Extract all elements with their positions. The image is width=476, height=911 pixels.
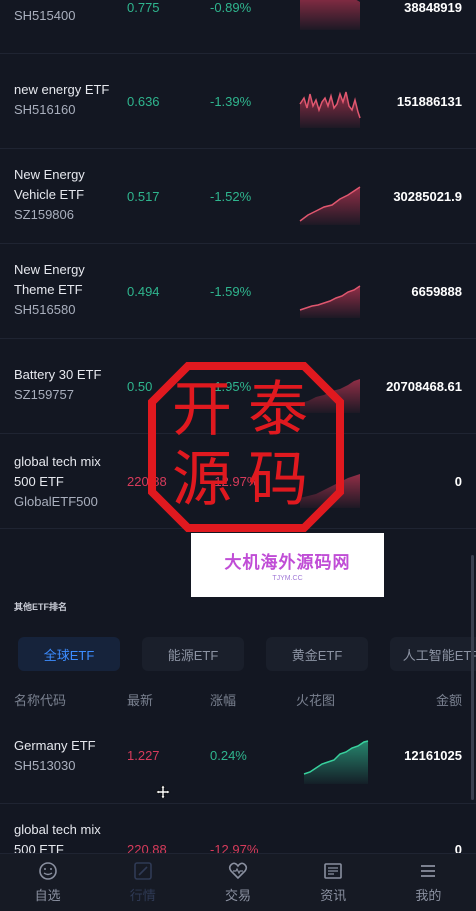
etf-row[interactable]: Germany ETF SH513030 1.227 0.24% 1216102… [0,712,476,804]
etf-code: GlobalETF500 [14,494,98,509]
nav-profile[interactable]: 我的 [381,854,476,911]
etf-price: 0.494 [127,284,160,299]
sparkline [300,0,360,30]
etf-amount: 20708468.61 [386,379,462,394]
etf-change: -0.89% [210,0,252,15]
etf-change: 0.24% [210,748,247,763]
etf-price: 0.775 [127,0,160,15]
column-header-spark: 火花图 [296,693,336,708]
etf-category-tabs: 全球ETF 能源ETF 黄金ETF 人工智能ETF [18,637,476,671]
etf-code: SH516160 [14,102,76,117]
seal-char: 源 [172,445,232,515]
etf-row[interactable]: new energy ETF SH516160 0.636 -1.39% 151… [0,54,476,149]
etf-name-block: Battery 30 ETF SZ159757 [14,365,101,405]
etf-change: -1.59% [210,284,252,299]
watermark-text: 大机海外源码网 [224,553,351,573]
column-header-change: 涨幅 [210,693,237,708]
etf-price: 1.227 [127,748,160,763]
section-title: 其他ETF排名 [14,602,67,612]
etf-name: Battery 30 ETF [14,367,102,382]
etf-code: SH515400 [14,8,76,23]
etf-name: Germany ETF [14,738,96,753]
sparkline [303,740,369,784]
tab-energy-etf[interactable]: 能源ETF [142,637,244,671]
nav-trade[interactable]: 交易 [190,854,285,911]
heart-icon [228,862,248,880]
etf-name: global tech mix 500 ETF [14,454,101,489]
etf-name-block: Germany ETF SH513030 [14,736,96,776]
etf-change: -1.39% [210,94,252,109]
etf-name-block: New Energy Theme ETF SH516580 [14,260,114,320]
etf-name: New Energy Theme ETF [14,262,85,297]
chart-icon [133,862,152,880]
smile-icon [38,862,57,880]
watermark-banner: 大机海外源码网 TJYM.CC [191,533,384,597]
etf-code: SH516580 [14,302,76,317]
seal-char: 开 [172,375,232,445]
seal-char: 泰 [248,375,308,445]
etf-amount: 12161025 [404,748,462,763]
menu-icon [421,865,436,877]
etf-name-block: New Energy Vehicle ETF SZ159806 [14,165,114,225]
nav-label: 行情 [129,888,156,903]
tab-gold-etf[interactable]: 黄金ETF [266,637,368,671]
etf-price: 0.517 [127,189,160,204]
nav-label: 我的 [415,888,442,903]
etf-price: 0.636 [127,94,160,109]
column-header-name: 名称代码 [14,693,67,708]
column-header-amount: 金额 [435,693,462,708]
etf-name-block: global tech mix 500 ETF GlobalETF500 [14,452,119,512]
etf-code: SZ159757 [14,387,74,402]
tab-ai-etf[interactable]: 人工智能ETF [390,637,476,671]
sparkline [299,285,361,318]
scrollbar[interactable] [471,555,474,800]
nav-market[interactable]: 行情 [95,854,190,911]
nav-news[interactable]: 资讯 [286,854,381,911]
etf-amount: 6659888 [411,284,462,299]
etf-code: SH513030 [14,758,76,773]
etf-name: New Energy Vehicle ETF [14,167,85,202]
sparkline [299,186,361,225]
bottom-nav: 自选 行情 交易 资讯 我的 [0,853,476,911]
etf-row[interactable]: New Energy Theme ETF SH516580 0.494 -1.5… [0,244,476,339]
etf-amount: 151886131 [396,94,462,109]
etf-row[interactable]: SH515400 0.775 -0.89% 38848919 [0,0,476,54]
nav-label: 自选 [34,888,61,903]
etf-change: -1.52% [210,189,252,204]
move-cursor-icon [155,784,171,800]
etf-amount: 0 [454,474,462,489]
etf-amount: 30285021.9 [393,189,462,204]
etf-name-block: new energy ETF SH516160 [14,80,109,120]
nav-label: 交易 [225,888,252,903]
sparkline [299,91,361,128]
nav-favorites[interactable]: 自选 [0,854,95,911]
tab-global-etf[interactable]: 全球ETF [18,637,120,671]
etf-row[interactable]: New Energy Vehicle ETF SZ159806 0.517 -1… [0,149,476,244]
etf-amount: 38848919 [404,0,462,15]
watermark-subtext: TJYM.CC [272,575,303,582]
column-header-price: 最新 [127,693,154,708]
etf-name: new energy ETF [14,82,110,97]
seal-char: 码 [248,445,308,515]
etf-code: SZ159806 [14,207,74,222]
nav-label: 资讯 [320,888,347,903]
news-icon [324,863,343,879]
